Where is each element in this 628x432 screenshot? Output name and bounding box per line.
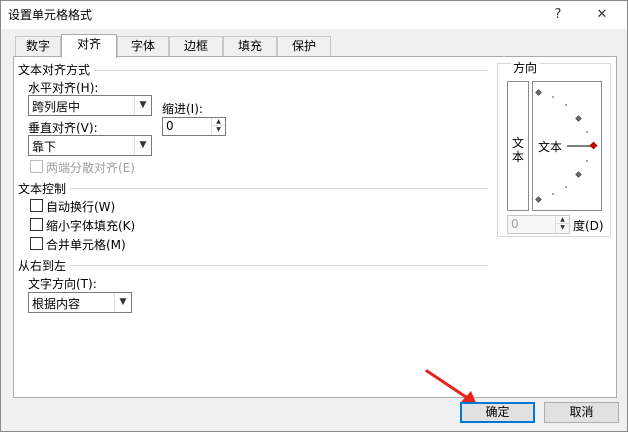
justify-distributed-label: 两端分散对齐(E) bbox=[46, 161, 135, 175]
degrees-label: 度(D) bbox=[573, 219, 604, 233]
tab-protection[interactable]: 保护 bbox=[277, 36, 331, 57]
horizontal-align-select[interactable]: 跨列居中 ▼ bbox=[28, 95, 152, 116]
justify-distributed-checkbox[interactable] bbox=[30, 160, 43, 173]
text-direction-select[interactable]: 根据内容 ▼ bbox=[28, 292, 132, 313]
chevron-down-icon: ▼ bbox=[114, 293, 131, 312]
rtl-title: 从右到左 bbox=[18, 257, 71, 274]
indent-spin-buttons: ▲ ▼ bbox=[211, 118, 225, 135]
chevron-down-icon: ▼ bbox=[134, 96, 151, 115]
vertical-align-label: 垂直对齐(V): bbox=[28, 121, 98, 135]
alignment-panel: 文本对齐方式 水平对齐(H): 跨列居中 ▼ 缩进(I): 0 ▲ ▼ 垂直对齐… bbox=[13, 56, 617, 398]
indent-label: 缩进(I): bbox=[162, 102, 203, 116]
text-direction-value: 根据内容 bbox=[32, 297, 81, 311]
tab-number[interactable]: 数字 bbox=[15, 36, 61, 57]
merge-cells-label: 合并单元格(M) bbox=[46, 238, 126, 252]
indent-value: 0 bbox=[166, 119, 174, 133]
dial-tick-dot bbox=[586, 160, 588, 162]
orientation-dial[interactable]: 文本 bbox=[532, 81, 602, 211]
shrink-to-fit-label: 缩小字体填充(K) bbox=[46, 219, 136, 233]
dial-text-label: 文本 bbox=[538, 140, 563, 154]
text-alignment-title: 文本对齐方式 bbox=[18, 61, 95, 78]
text-control-title: 文本控制 bbox=[18, 180, 71, 197]
tab-fill[interactable]: 填充 bbox=[223, 36, 277, 57]
orientation-title: 方向 bbox=[511, 59, 540, 76]
close-button[interactable]: ✕ bbox=[590, 4, 614, 26]
tab-border[interactable]: 边框 bbox=[169, 36, 223, 57]
spin-up-icon[interactable]: ▲ bbox=[556, 216, 569, 224]
indent-stepper[interactable]: 0 ▲ ▼ bbox=[162, 117, 226, 136]
dial-tick-dot bbox=[586, 131, 588, 133]
spin-up-icon[interactable]: ▲ bbox=[212, 118, 225, 126]
tab-font[interactable]: 字体 bbox=[117, 36, 169, 57]
dial-tick-dot bbox=[565, 186, 567, 188]
dialog-title: 设置单元格格式 bbox=[8, 8, 93, 22]
wrap-text-checkbox[interactable] bbox=[30, 199, 43, 212]
angle-marker-icon bbox=[575, 171, 582, 178]
help-button[interactable]: ? bbox=[546, 4, 570, 26]
degrees-value: 0 bbox=[511, 217, 519, 231]
tab-alignment[interactable]: 对齐 bbox=[61, 34, 117, 58]
divider bbox=[18, 188, 488, 189]
wrap-text-label: 自动换行(W) bbox=[46, 200, 116, 214]
horizontal-align-value: 跨列居中 bbox=[32, 100, 81, 114]
cancel-button[interactable]: 取消 bbox=[544, 402, 619, 423]
angle-handle-icon[interactable] bbox=[589, 141, 598, 150]
title-bar: 设置单元格格式 ? ✕ bbox=[1, 1, 627, 29]
vertical-align-select[interactable]: 靠下 ▼ bbox=[28, 135, 152, 156]
vertical-align-value: 靠下 bbox=[32, 140, 57, 154]
degrees-spin-buttons: ▲ ▼ bbox=[555, 216, 569, 233]
spin-down-icon[interactable]: ▼ bbox=[556, 224, 569, 232]
spin-down-icon[interactable]: ▼ bbox=[212, 126, 225, 134]
merge-cells-checkbox[interactable] bbox=[30, 237, 43, 250]
chevron-down-icon: ▼ bbox=[134, 136, 151, 155]
shrink-to-fit-checkbox[interactable] bbox=[30, 218, 43, 231]
vertical-text-label: 文本 bbox=[512, 136, 525, 164]
dial-tick-dot bbox=[552, 193, 554, 195]
dial-tick-dot bbox=[565, 104, 567, 106]
text-direction-label: 文字方向(T): bbox=[28, 277, 97, 291]
angle-marker-icon bbox=[535, 89, 542, 96]
divider bbox=[18, 265, 488, 266]
angle-marker-icon bbox=[535, 196, 542, 203]
format-cells-dialog: 设置单元格格式 ? ✕ 数字 对齐 字体 边框 填充 保护 文本对齐方式 水平对… bbox=[0, 0, 628, 432]
angle-marker-icon bbox=[575, 115, 582, 122]
vertical-text-button[interactable]: 文本 bbox=[507, 81, 529, 211]
horizontal-align-label: 水平对齐(H): bbox=[28, 81, 99, 95]
degrees-stepper[interactable]: 0 ▲ ▼ bbox=[507, 215, 570, 234]
ok-button[interactable]: 确定 bbox=[460, 402, 535, 423]
dial-tick-dot bbox=[552, 96, 554, 98]
